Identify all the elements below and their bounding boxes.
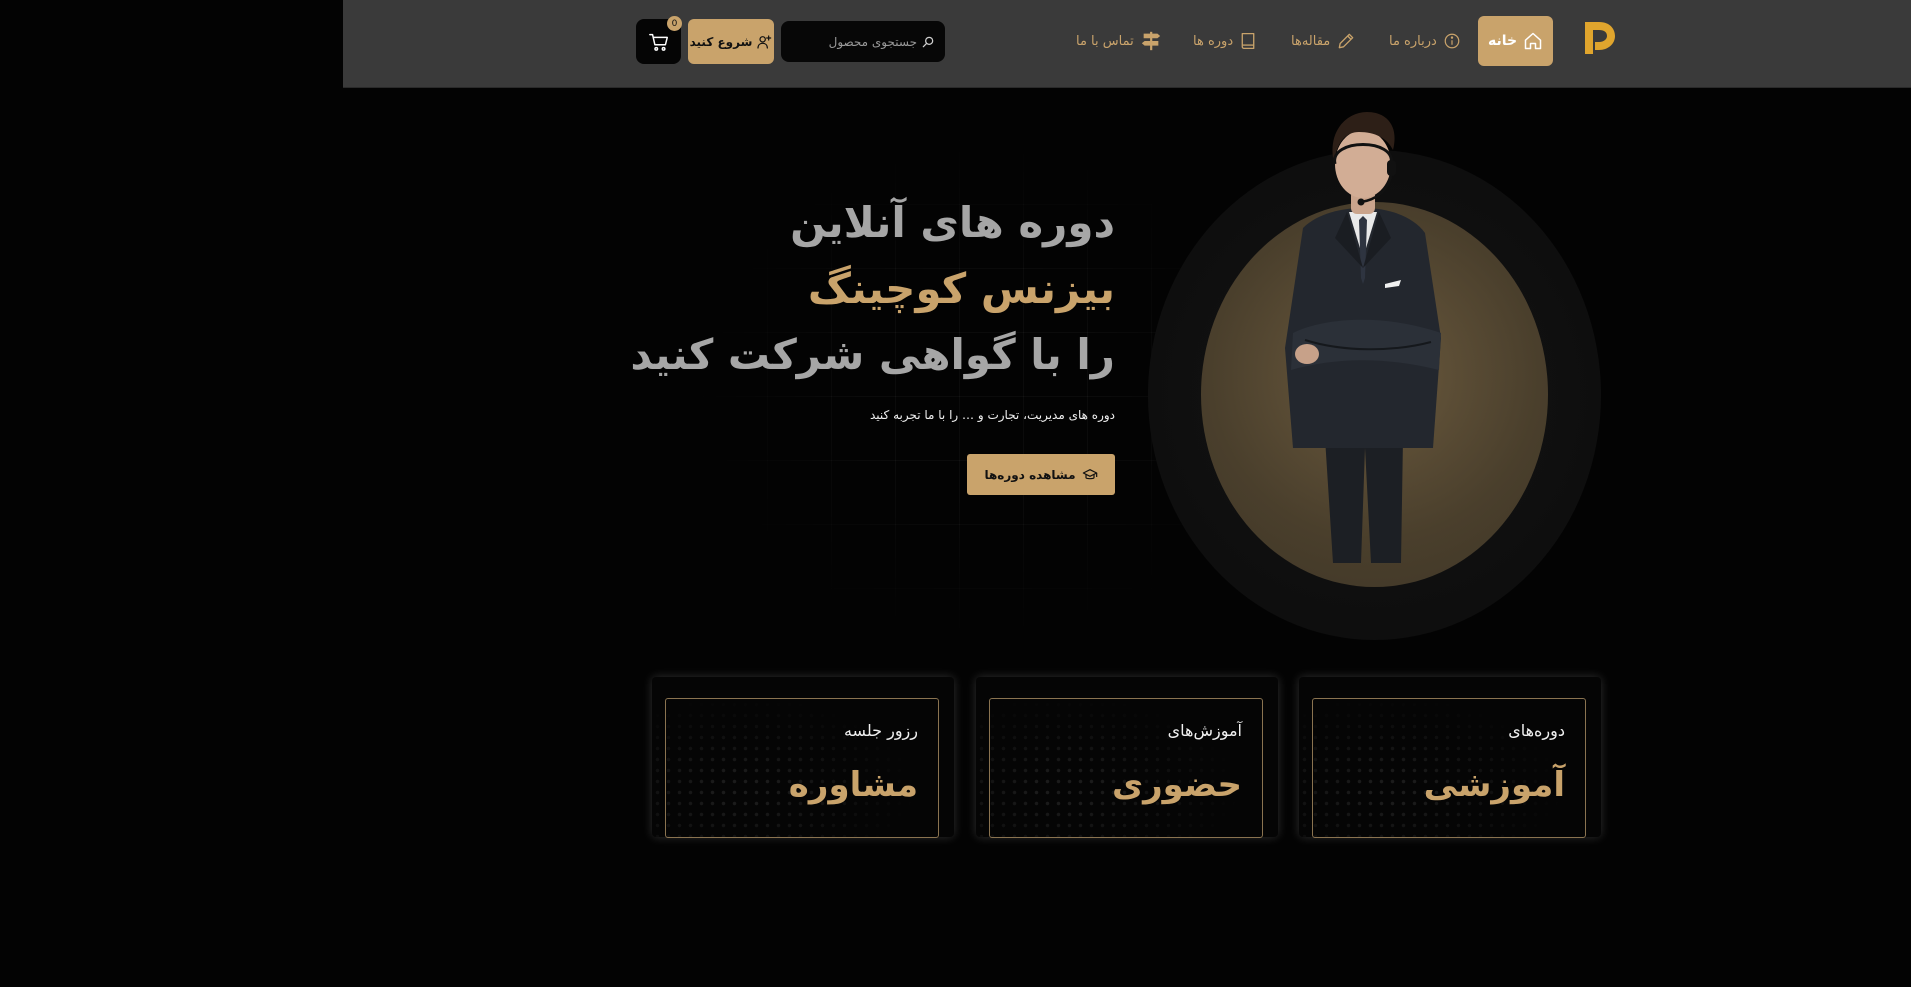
signpost-icon <box>1141 31 1160 51</box>
start-login-label: شروع کنید <box>689 34 753 49</box>
view-courses-button[interactable]: مشاهده دوره‌ها <box>967 454 1115 495</box>
nav-courses-label: دوره ها <box>1193 33 1234 49</box>
pencil-icon <box>1338 33 1354 49</box>
card-big-title: آموزشی <box>1423 765 1565 805</box>
card-big-title: مشاوره <box>788 765 918 805</box>
product-search <box>781 21 945 62</box>
user-plus-icon <box>757 34 772 49</box>
card-frame: رزور جلسه مشاوره <box>665 698 939 838</box>
search-icon[interactable] <box>921 35 935 49</box>
book-icon <box>1241 32 1255 50</box>
nav-articles[interactable]: مقاله‌ها <box>1291 28 1356 54</box>
hero-subtitle: دوره های مدیریت، تجارت و … را با ما تجرب… <box>870 408 1115 422</box>
site-header: خانه درباره ما مقاله‌ها دوره ها تماس با … <box>343 0 1911 88</box>
nav-about[interactable]: درباره ما <box>1389 28 1461 54</box>
card-small-title: دوره‌های <box>1508 721 1565 740</box>
cart-count-badge: 0 <box>667 16 682 31</box>
nav-about-label: درباره ما <box>1389 33 1437 49</box>
brand-logo-icon[interactable] <box>1581 16 1619 56</box>
businessman-photo <box>1285 112 1441 563</box>
card-educational-courses[interactable]: دوره‌های آموزشی <box>1299 677 1601 838</box>
home-icon <box>1524 32 1542 50</box>
card-small-title: آموزش‌های <box>1167 721 1242 740</box>
hero-line-1: دوره های آنلاین <box>790 198 1115 247</box>
graduation-cap-icon <box>1082 468 1097 479</box>
card-in-person-training[interactable]: آموزش‌های حضوری <box>976 677 1278 838</box>
card-frame: آموزش‌های حضوری <box>989 698 1263 838</box>
hero-heading: دوره های آنلاین بیزنس کوچینگ را با گواهی… <box>630 190 1115 388</box>
nav-home-button[interactable]: خانه <box>1478 16 1553 66</box>
card-small-title: رزور جلسه <box>843 721 918 740</box>
cart-icon <box>648 33 668 51</box>
card-consultation-booking[interactable]: رزور جلسه مشاوره <box>652 677 954 838</box>
info-icon <box>1444 33 1460 49</box>
card-frame: دوره‌های آموزشی <box>1312 698 1586 838</box>
nav-articles-label: مقاله‌ها <box>1291 33 1331 49</box>
card-big-title: حضوری <box>1111 765 1242 805</box>
start-login-button[interactable]: شروع کنید <box>688 19 774 64</box>
hero-line-3: را با گواهی شرکت کنید <box>630 330 1115 379</box>
hero-line-2: بیزنس کوچینگ <box>807 264 1115 313</box>
view-courses-label: مشاهده دوره‌ها <box>984 467 1076 482</box>
nav-courses[interactable]: دوره ها <box>1193 28 1257 54</box>
nav-home-label: خانه <box>1487 33 1518 49</box>
nav-contact[interactable]: تماس با ما <box>1076 28 1162 54</box>
search-input[interactable] <box>797 34 917 49</box>
cart-button[interactable]: 0 <box>636 16 682 64</box>
nav-contact-label: تماس با ما <box>1076 33 1134 49</box>
